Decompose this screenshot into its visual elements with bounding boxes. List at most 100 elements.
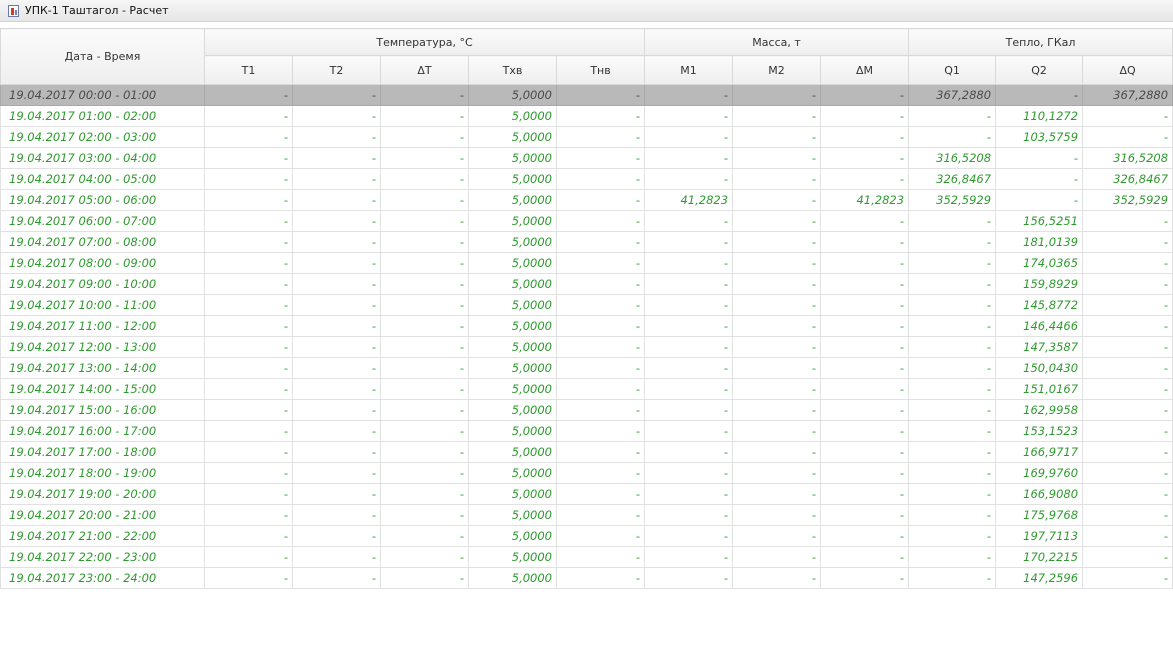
cell-m2[interactable]: -	[732, 504, 822, 526]
cell-txv[interactable]: 5,0000	[468, 462, 557, 484]
cell-tnv[interactable]: -	[555, 504, 646, 526]
table-row[interactable]: 19.04.2017 02:00 - 03:00- - -5,0000- - - - -10…	[0, 126, 1173, 148]
cell-tnv[interactable]: -	[555, 567, 646, 589]
cell-q2[interactable]: 103,5759	[995, 126, 1084, 148]
cell-tnv[interactable]: -	[555, 168, 646, 190]
cell-m1[interactable]: -	[644, 504, 734, 526]
cell-dt[interactable]: -	[380, 546, 469, 568]
cell-tnv[interactable]: -	[555, 420, 646, 442]
cell-dq[interactable]: -	[1082, 420, 1173, 442]
cell-q2[interactable]: 170,2215	[995, 546, 1084, 568]
cell-dt[interactable]: -	[380, 420, 469, 442]
cell-m2[interactable]: -	[732, 252, 822, 274]
cell-date[interactable]: 19.04.2017 09:00 - 10:00	[0, 273, 205, 295]
cell-m2[interactable]: -	[732, 399, 822, 421]
cell-date[interactable]: 19.04.2017 19:00 - 20:00	[0, 483, 205, 505]
cell-t1[interactable]: -	[204, 105, 293, 127]
cell-m1[interactable]: -	[644, 441, 734, 463]
cell-txv[interactable]: 5,0000	[468, 567, 557, 589]
cell-dm[interactable]: -	[820, 231, 910, 253]
cell-dm[interactable]: -	[820, 210, 910, 232]
cell-m1[interactable]: -	[644, 399, 734, 421]
cell-t1[interactable]: -	[204, 378, 293, 400]
cell-dm[interactable]: -	[820, 504, 910, 526]
cell-dm[interactable]: -	[820, 420, 910, 442]
table-row[interactable]: 19.04.2017 08:00 - 09:00- - -5,0000- - - - -17…	[0, 252, 1173, 274]
table-row[interactable]: 19.04.2017 00:00 - 01:00- - -5,0000- - - -367…	[0, 84, 1173, 106]
cell-tnv[interactable]: -	[555, 357, 646, 379]
cell-t2[interactable]: -	[292, 378, 381, 400]
cell-txv[interactable]: 5,0000	[468, 105, 557, 127]
cell-dq[interactable]: -	[1082, 462, 1173, 484]
cell-tnv[interactable]: -	[555, 210, 646, 232]
cell-q1[interactable]: -	[908, 546, 997, 568]
table-row[interactable]: 19.04.2017 07:00 - 08:00- - -5,0000- - - - -18…	[0, 231, 1173, 253]
cell-date[interactable]: 19.04.2017 17:00 - 18:00	[0, 441, 205, 463]
cell-dm[interactable]: -	[820, 441, 910, 463]
cell-t2[interactable]: -	[292, 315, 381, 337]
table-row[interactable]: 19.04.2017 01:00 - 02:00- - -5,0000- - - - -11…	[0, 105, 1173, 127]
cell-t1[interactable]: -	[204, 336, 293, 358]
cell-txv[interactable]: 5,0000	[468, 294, 557, 316]
cell-q1[interactable]: -	[908, 252, 997, 274]
cell-m2[interactable]: -	[732, 378, 822, 400]
cell-q2[interactable]: 175,9768	[995, 504, 1084, 526]
cell-m1[interactable]: -	[644, 231, 734, 253]
cell-q1[interactable]: 367,2880	[908, 84, 997, 106]
cell-m1[interactable]: -	[644, 105, 734, 127]
cell-q1[interactable]: -	[908, 525, 997, 547]
table-row[interactable]: 19.04.2017 18:00 - 19:00- - -5,0000- - - - -16…	[0, 462, 1173, 484]
cell-dm[interactable]: -	[820, 252, 910, 274]
cell-q2[interactable]: 166,9080	[995, 483, 1084, 505]
cell-q2[interactable]: -	[995, 84, 1084, 106]
cell-dq[interactable]: -	[1082, 126, 1173, 148]
table-row[interactable]: 19.04.2017 22:00 - 23:00- - -5,0000- - - - -17…	[0, 546, 1173, 568]
cell-t1[interactable]: -	[204, 483, 293, 505]
cell-tnv[interactable]: -	[555, 525, 646, 547]
cell-t2[interactable]: -	[292, 567, 381, 589]
cell-txv[interactable]: 5,0000	[468, 483, 557, 505]
cell-tnv[interactable]: -	[555, 252, 646, 274]
table-row[interactable]: 19.04.2017 16:00 - 17:00- - -5,0000- - - - -15…	[0, 420, 1173, 442]
cell-date[interactable]: 19.04.2017 12:00 - 13:00	[0, 336, 205, 358]
cell-t1[interactable]: -	[204, 231, 293, 253]
cell-dm[interactable]: -	[820, 357, 910, 379]
cell-date[interactable]: 19.04.2017 16:00 - 17:00	[0, 420, 205, 442]
cell-q2[interactable]: 159,8929	[995, 273, 1084, 295]
cell-t2[interactable]: -	[292, 273, 381, 295]
cell-txv[interactable]: 5,0000	[468, 420, 557, 442]
cell-q2[interactable]: 169,9760	[995, 462, 1084, 484]
cell-t1[interactable]: -	[204, 462, 293, 484]
cell-date[interactable]: 19.04.2017 02:00 - 03:00	[0, 126, 205, 148]
cell-date[interactable]: 19.04.2017 13:00 - 14:00	[0, 357, 205, 379]
cell-txv[interactable]: 5,0000	[468, 336, 557, 358]
table-row[interactable]: 19.04.2017 19:00 - 20:00- - -5,0000- - - - -16…	[0, 483, 1173, 505]
cell-dt[interactable]: -	[380, 294, 469, 316]
cell-m2[interactable]: -	[732, 210, 822, 232]
cell-q1[interactable]: -	[908, 357, 997, 379]
cell-dm[interactable]: -	[820, 399, 910, 421]
cell-t1[interactable]: -	[204, 567, 293, 589]
cell-dq[interactable]: -	[1082, 294, 1173, 316]
cell-q2[interactable]: 151,0167	[995, 378, 1084, 400]
cell-q1[interactable]: -	[908, 441, 997, 463]
cell-t1[interactable]: -	[204, 84, 293, 106]
cell-t2[interactable]: -	[292, 105, 381, 127]
cell-t2[interactable]: -	[292, 441, 381, 463]
cell-dm[interactable]: -	[820, 273, 910, 295]
cell-date[interactable]: 19.04.2017 23:00 - 24:00	[0, 567, 205, 589]
col-header-q1[interactable]: Q1	[908, 55, 997, 85]
cell-m1[interactable]: -	[644, 525, 734, 547]
cell-m1[interactable]: -	[644, 546, 734, 568]
cell-dq[interactable]: 352,5929	[1082, 189, 1173, 211]
cell-date[interactable]: 19.04.2017 10:00 - 11:00	[0, 294, 205, 316]
cell-dq[interactable]: -	[1082, 273, 1173, 295]
cell-t2[interactable]: -	[292, 483, 381, 505]
cell-dq[interactable]: -	[1082, 252, 1173, 274]
cell-q1[interactable]: 316,5208	[908, 147, 997, 169]
cell-date[interactable]: 19.04.2017 00:00 - 01:00	[0, 84, 205, 106]
cell-t2[interactable]: -	[292, 252, 381, 274]
cell-t1[interactable]: -	[204, 315, 293, 337]
cell-dt[interactable]: -	[380, 126, 469, 148]
table-row[interactable]: 19.04.2017 23:00 - 24:00- - -5,0000- - - - -14…	[0, 567, 1173, 589]
